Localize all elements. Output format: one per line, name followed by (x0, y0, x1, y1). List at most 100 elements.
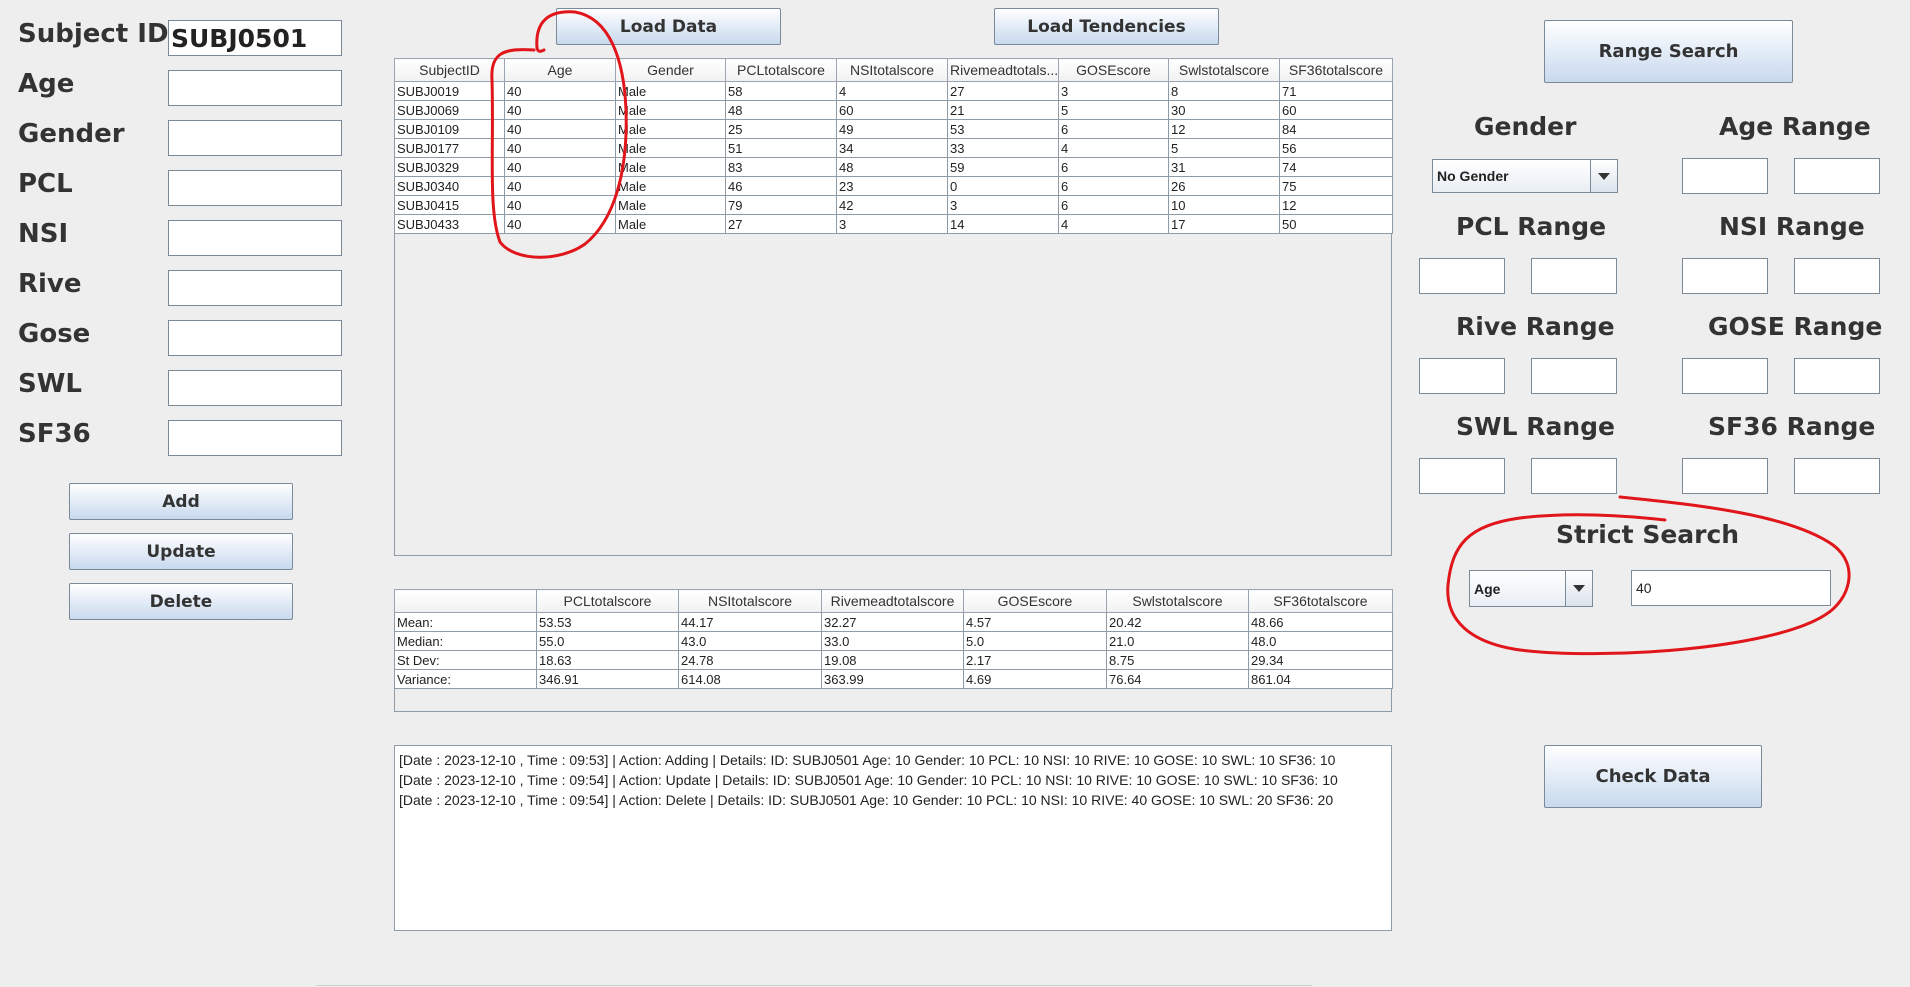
table-cell[interactable]: 17 (1168, 214, 1280, 234)
chevron-down-icon[interactable] (1565, 571, 1592, 606)
table-row[interactable]: SUBJ0340 40 Male 46 23 0 6 26 75 (394, 176, 1393, 196)
table-cell[interactable]: 40 (504, 119, 616, 139)
table-cell[interactable]: 46 (725, 176, 837, 196)
table-cell[interactable]: 83 (725, 157, 837, 177)
table-cell[interactable]: 48 (725, 100, 837, 120)
rive-range-max[interactable] (1531, 358, 1617, 394)
rive-range-min[interactable] (1419, 358, 1505, 394)
table-cell[interactable]: 48 (836, 157, 948, 177)
swl-range-max[interactable] (1531, 458, 1617, 494)
table-cell[interactable]: 21 (947, 100, 1059, 120)
column-header[interactable]: Gender (615, 58, 726, 82)
table-cell[interactable]: 58 (725, 81, 837, 101)
table-cell[interactable]: 30 (1168, 100, 1280, 120)
table-cell[interactable]: 8 (1168, 81, 1280, 101)
table-cell[interactable]: SUBJ0415 (394, 195, 505, 215)
table-cell[interactable]: 40 (504, 176, 616, 196)
table-cell[interactable]: 40 (504, 81, 616, 101)
table-cell[interactable]: 53 (947, 119, 1059, 139)
delete-button[interactable]: Delete (69, 583, 293, 620)
table-cell[interactable]: 40 (504, 214, 616, 234)
pcl-range-max[interactable] (1531, 258, 1617, 294)
table-cell[interactable]: 4 (1058, 138, 1169, 158)
action-log[interactable]: [Date : 2023-12-10 , Time : 09:53] | Act… (394, 745, 1392, 931)
table-cell[interactable]: 0 (947, 176, 1059, 196)
sf36-range-max[interactable] (1794, 458, 1880, 494)
table-cell[interactable]: 14 (947, 214, 1059, 234)
nsi-field[interactable] (168, 220, 342, 256)
table-cell[interactable]: 51 (725, 138, 837, 158)
table-cell[interactable]: 26 (1168, 176, 1280, 196)
table-cell[interactable]: 59 (947, 157, 1059, 177)
range-search-button[interactable]: Range Search (1544, 20, 1793, 83)
column-header[interactable]: SF36totalscore (1279, 58, 1393, 82)
table-cell[interactable]: 40 (504, 195, 616, 215)
sf36-range-min[interactable] (1682, 458, 1768, 494)
chevron-down-icon[interactable] (1590, 160, 1617, 192)
table-cell[interactable]: 71 (1279, 81, 1393, 101)
table-cell[interactable]: 27 (725, 214, 837, 234)
table-cell[interactable]: SUBJ0433 (394, 214, 505, 234)
table-cell[interactable]: 10 (1168, 195, 1280, 215)
data-table[interactable]: SubjectID Age Gender PCLtotalscore NSItotals… (394, 58, 1393, 234)
table-row[interactable]: SUBJ0177 40 Male 51 34 33 4 5 56 (394, 138, 1393, 158)
table-row[interactable]: SUBJ0415 40 Male 79 42 3 6 10 12 (394, 195, 1393, 215)
table-row[interactable]: SUBJ0069 40 Male 48 60 21 5 30 60 (394, 100, 1393, 120)
check-data-button[interactable]: Check Data (1544, 745, 1762, 808)
table-cell[interactable]: 74 (1279, 157, 1393, 177)
gose-range-min[interactable] (1682, 358, 1768, 394)
table-cell[interactable]: 3 (1058, 81, 1169, 101)
table-cell[interactable]: 40 (504, 138, 616, 158)
table-cell[interactable]: Male (615, 100, 726, 120)
subject-id-field[interactable] (168, 20, 342, 56)
table-cell[interactable]: 79 (725, 195, 837, 215)
table-cell[interactable]: 6 (1058, 157, 1169, 177)
table-cell[interactable]: Male (615, 138, 726, 158)
table-cell[interactable]: 12 (1279, 195, 1393, 215)
table-cell[interactable]: 25 (725, 119, 837, 139)
column-header[interactable]: GOSEscore (1058, 58, 1169, 82)
table-cell[interactable]: 84 (1279, 119, 1393, 139)
table-cell[interactable]: 5 (1058, 100, 1169, 120)
age-range-min[interactable] (1682, 158, 1768, 194)
table-cell[interactable]: 5 (1168, 138, 1280, 158)
table-cell[interactable]: 6 (1058, 195, 1169, 215)
table-cell[interactable]: Male (615, 214, 726, 234)
table-cell[interactable]: SUBJ0340 (394, 176, 505, 196)
table-cell[interactable]: 6 (1058, 176, 1169, 196)
load-data-button[interactable]: Load Data (556, 8, 781, 45)
strict-field-select[interactable]: Age (1469, 570, 1593, 607)
table-cell[interactable]: 33 (947, 138, 1059, 158)
table-cell[interactable]: 3 (836, 214, 948, 234)
sf36-field[interactable] (168, 420, 342, 456)
table-cell[interactable]: Male (615, 195, 726, 215)
gender-field[interactable] (168, 120, 342, 156)
table-row[interactable]: SUBJ0019 40 Male 58 4 27 3 8 71 (394, 81, 1393, 101)
swl-range-min[interactable] (1419, 458, 1505, 494)
table-cell[interactable]: 4 (1058, 214, 1169, 234)
table-cell[interactable]: 27 (947, 81, 1059, 101)
column-header[interactable]: NSItotalscore (836, 58, 948, 82)
table-cell[interactable]: 60 (1279, 100, 1393, 120)
table-cell[interactable]: Male (615, 176, 726, 196)
column-header[interactable]: Rivemeadtotals... (947, 58, 1059, 82)
table-cell[interactable]: 49 (836, 119, 948, 139)
table-cell[interactable]: SUBJ0329 (394, 157, 505, 177)
table-cell[interactable]: 50 (1279, 214, 1393, 234)
table-cell[interactable]: 23 (836, 176, 948, 196)
table-cell[interactable]: 6 (1058, 119, 1169, 139)
table-cell[interactable]: 40 (504, 157, 616, 177)
table-cell[interactable]: 3 (947, 195, 1059, 215)
table-row[interactable]: SUBJ0433 40 Male 27 3 14 4 17 50 (394, 214, 1393, 234)
update-button[interactable]: Update (69, 533, 293, 570)
strict-value-field[interactable] (1631, 570, 1831, 606)
table-cell[interactable]: SUBJ0177 (394, 138, 505, 158)
table-cell[interactable]: 42 (836, 195, 948, 215)
table-row[interactable]: SUBJ0109 40 Male 25 49 53 6 12 84 (394, 119, 1393, 139)
add-button[interactable]: Add (69, 483, 293, 520)
nsi-range-max[interactable] (1794, 258, 1880, 294)
age-field[interactable] (168, 70, 342, 106)
table-cell[interactable]: 4 (836, 81, 948, 101)
gose-range-max[interactable] (1794, 358, 1880, 394)
table-cell[interactable]: Male (615, 81, 726, 101)
